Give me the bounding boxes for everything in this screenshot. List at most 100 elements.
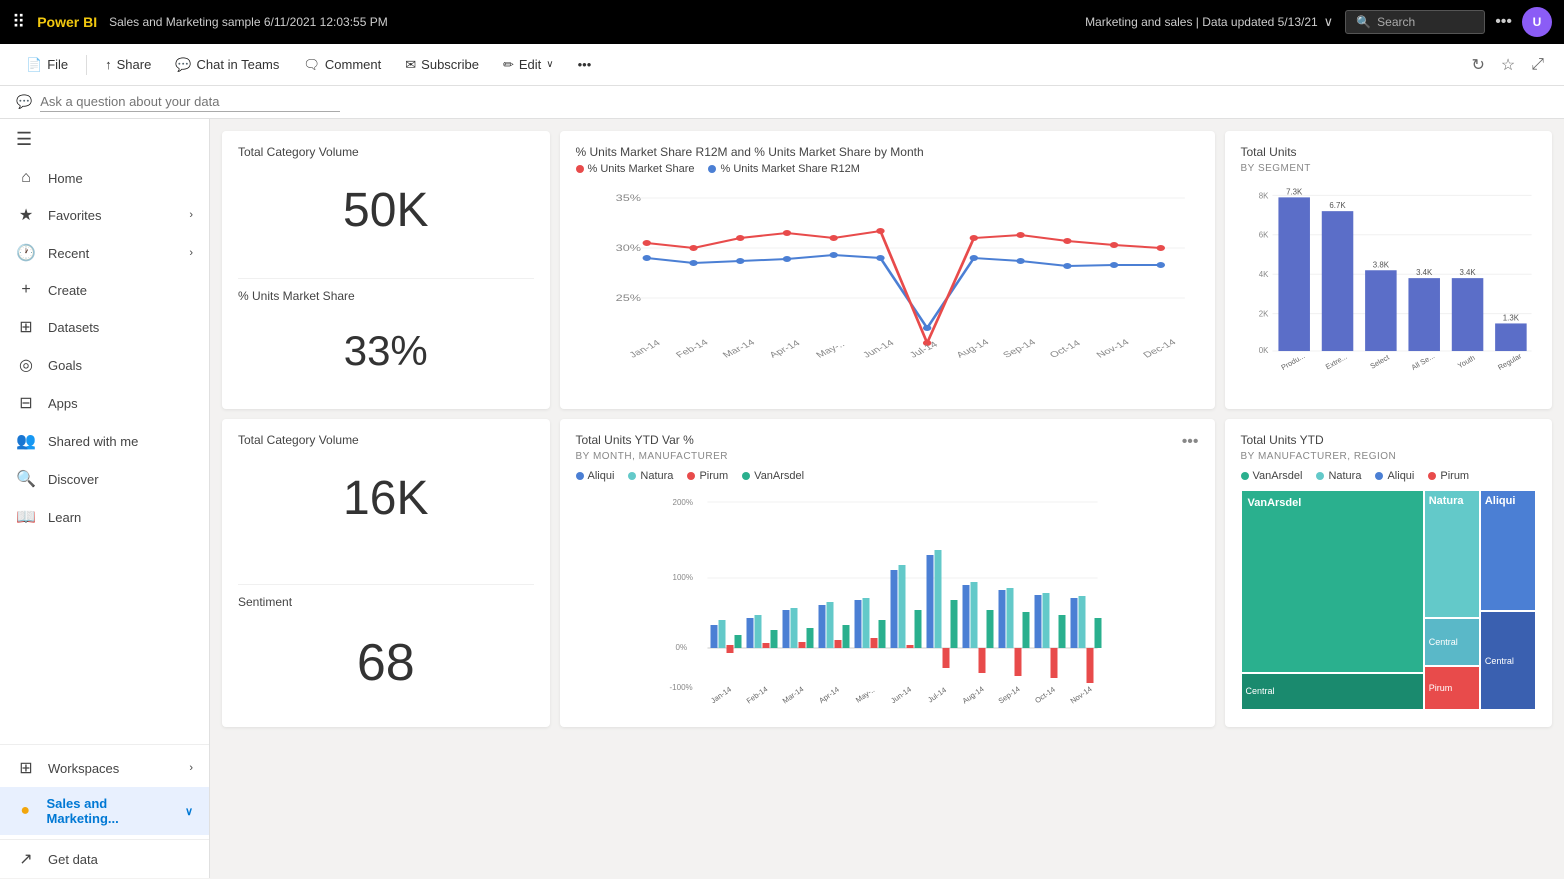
legend-dot-red <box>576 165 584 173</box>
file-button[interactable]: 📄 File <box>16 52 78 78</box>
favorites-icon: ★ <box>16 205 36 225</box>
sidebar-item-datasets[interactable]: ⊞ Datasets <box>0 308 209 346</box>
treemap-natura[interactable]: Natura <box>1424 490 1480 618</box>
card-subtitle-total-units: BY SEGMENT <box>1241 163 1537 174</box>
main-layout: ☰ ⌂ Home ★ Favorites › 🕐 Recent › + Crea… <box>0 119 1564 878</box>
card-subtitle-total-units-ytd: BY MANUFACTURER, REGION <box>1241 451 1537 462</box>
svg-text:0K: 0K <box>1258 346 1268 355</box>
more-options-icon[interactable]: ••• <box>1182 433 1199 451</box>
svg-text:Regular: Regular <box>1496 351 1523 372</box>
comment-icon: 🗨 <box>303 57 320 73</box>
sidebar-item-goals[interactable]: ◎ Goals <box>0 346 209 384</box>
sidebar-item-apps[interactable]: ⊟ Apps <box>0 384 209 422</box>
svg-text:Youth: Youth <box>1455 353 1476 370</box>
sidebar-item-home[interactable]: ⌂ Home <box>0 160 209 196</box>
card-title-sentiment: Sentiment <box>238 595 534 609</box>
svg-text:Feb-14: Feb-14 <box>744 684 769 705</box>
card-treemap: Total Units YTD BY MANUFACTURER, REGION … <box>1225 419 1553 727</box>
svg-text:Sep-14: Sep-14 <box>996 684 1021 705</box>
svg-text:6.7K: 6.7K <box>1329 201 1346 210</box>
treemap-natura-central[interactable]: Central <box>1424 618 1480 666</box>
svg-text:Select: Select <box>1368 353 1390 371</box>
legend-item-aliqui-treemap: Aliqui <box>1375 470 1414 482</box>
more-options-toolbar-button[interactable]: ••• <box>568 52 602 77</box>
top-navigation: ⠿ Power BI Sales and Marketing sample 6/… <box>0 0 1564 44</box>
avatar[interactable]: U <box>1522 7 1552 37</box>
sidebar-item-recent[interactable]: 🕐 Recent › <box>0 234 209 272</box>
waffle-icon[interactable]: ⠿ <box>12 12 25 33</box>
edit-button[interactable]: ✏ Edit ∨ <box>493 52 564 78</box>
shared-icon: 👥 <box>16 431 36 451</box>
sidebar-item-shared-with-me[interactable]: 👥 Shared with me <box>0 422 209 460</box>
favorite-button[interactable]: ☆ <box>1497 51 1519 79</box>
svg-text:Feb-14: Feb-14 <box>674 338 711 360</box>
sidebar-item-discover[interactable]: 🔍 Discover <box>0 460 209 498</box>
legend-item-pirum-treemap: Pirum <box>1428 470 1469 482</box>
legend-item-units-market-share: % Units Market Share <box>576 163 695 175</box>
edit-chevron-icon: ∨ <box>546 59 553 70</box>
sidebar-toggle[interactable]: ☰ <box>0 119 209 160</box>
chevron-right-icon: › <box>189 247 193 259</box>
page-title: Sales and Marketing sample 6/11/2021 12:… <box>109 15 1073 29</box>
workspaces-icon: ⊞ <box>16 758 36 778</box>
search-box[interactable]: 🔍 Search <box>1345 10 1485 34</box>
legend-item-aliqui: Aliqui <box>576 470 615 482</box>
svg-text:Jun-14: Jun-14 <box>889 685 913 706</box>
svg-text:3.4K: 3.4K <box>1416 268 1433 277</box>
dashboard-grid: Total Category Volume 50K % Units Market… <box>222 131 1552 727</box>
legend-item-natura: Natura <box>628 470 673 482</box>
chat-in-teams-button[interactable]: 💬 Chat in Teams <box>165 52 289 78</box>
refresh-button[interactable]: ↻ <box>1467 51 1488 79</box>
card-title-total-category-volume: Total Category Volume <box>238 145 534 159</box>
chevron-down-icon[interactable]: ∨ <box>1324 14 1334 30</box>
subscribe-button[interactable]: ✉ Subscribe <box>395 52 489 78</box>
legend-item-vanarsdel-treemap: VanArsdel <box>1241 470 1303 482</box>
units-market-share-value: 33% <box>238 307 534 395</box>
comment-button[interactable]: 🗨 Comment <box>293 52 391 78</box>
line-chart-legend: % Units Market Share % Units Market Shar… <box>576 163 1199 175</box>
goals-icon: ◎ <box>16 355 36 375</box>
svg-text:100%: 100% <box>672 573 692 582</box>
share-icon: ↑ <box>105 57 112 72</box>
expand-button[interactable]: ⤢ <box>1527 52 1548 78</box>
legend-item-units-market-share-r12m: % Units Market Share R12M <box>708 163 859 175</box>
sidebar-item-create[interactable]: + Create <box>0 272 209 308</box>
qa-input[interactable] <box>40 92 340 112</box>
svg-text:Mar-14: Mar-14 <box>720 338 757 360</box>
sentiment-value: 68 <box>238 613 534 713</box>
sidebar-item-favorites[interactable]: ★ Favorites › <box>0 196 209 234</box>
svg-text:-100%: -100% <box>669 683 692 692</box>
svg-text:Nov-14: Nov-14 <box>1094 338 1132 360</box>
svg-text:Extre...: Extre... <box>1323 352 1348 371</box>
treemap-aliqui[interactable]: Aliqui <box>1480 490 1536 611</box>
share-button[interactable]: ↑ Share <box>95 52 161 77</box>
sidebar-item-learn[interactable]: 📖 Learn <box>0 498 209 536</box>
legend-item-natura-treemap: Natura <box>1316 470 1361 482</box>
chevron-right-icon: › <box>189 209 193 221</box>
sidebar-item-sales-marketing[interactable]: ● Sales and Marketing... ∨ <box>0 787 209 835</box>
card-total-units: Total Units BY SEGMENT 8K 6K 4K 2K 0K <box>1225 131 1553 409</box>
svg-text:25%: 25% <box>615 294 641 304</box>
card-ytd-bar-chart: Total Units YTD Var % BY MONTH, MANUFACT… <box>560 419 1215 727</box>
treemap-vanarsdel-central[interactable]: Central <box>1241 673 1424 710</box>
sidebar-item-get-data[interactable]: ↗ Get data <box>0 839 209 878</box>
card-top-left: Total Category Volume 50K % Units Market… <box>222 131 550 409</box>
more-options-icon[interactable]: ••• <box>1495 13 1512 31</box>
treemap-aliqui-central[interactable]: Central <box>1480 611 1536 710</box>
treemap-vanarsdel[interactable]: VanArsdel <box>1241 490 1424 673</box>
center-info: Marketing and sales | Data updated 5/13/… <box>1085 14 1333 30</box>
file-icon: 📄 <box>26 57 42 73</box>
total-category-volume-2-value: 16K <box>238 451 534 546</box>
toolbar: 📄 File ↑ Share 💬 Chat in Teams 🗨 Comment… <box>0 44 1564 86</box>
sidebar-item-workspaces[interactable]: ⊞ Workspaces › <box>0 749 209 787</box>
svg-text:200%: 200% <box>672 498 692 507</box>
legend-item-pirum: Pirum <box>687 470 728 482</box>
svg-text:3.4K: 3.4K <box>1459 268 1476 277</box>
svg-text:Jan-14: Jan-14 <box>627 338 663 360</box>
card-subtitle-ytd-var: BY MONTH, MANUFACTURER <box>576 451 729 462</box>
treemap-container: VanArsdel Central Natura Central <box>1241 490 1537 710</box>
treemap-pirum[interactable]: Pirum <box>1424 666 1480 710</box>
card-title-total-units: Total Units <box>1241 145 1537 159</box>
discover-icon: 🔍 <box>16 469 36 489</box>
ytd-legend: Aliqui Natura Pirum VanArsdel <box>576 470 1199 482</box>
